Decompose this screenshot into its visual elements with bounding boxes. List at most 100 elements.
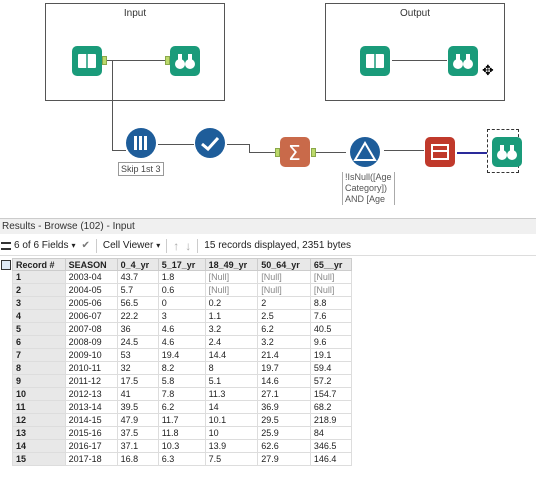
table-row[interactable]: 3 2005-06 56.5 0 0.2 2 8.8 bbox=[12, 296, 353, 310]
table-cell[interactable]: 2 bbox=[257, 296, 311, 310]
table-cell[interactable]: 21.4 bbox=[257, 348, 311, 362]
table-cell[interactable]: 4.6 bbox=[157, 335, 206, 349]
table-cell[interactable]: 10 bbox=[204, 426, 259, 440]
table-cell[interactable]: 9.6 bbox=[309, 335, 353, 349]
table-cell[interactable]: 14.6 bbox=[257, 374, 311, 388]
table-cell[interactable]: 27.1 bbox=[257, 387, 311, 401]
table-row[interactable]: 14 2016-17 37.1 10.3 13.9 62.6 346.5 bbox=[12, 439, 353, 453]
table-cell[interactable]: 14 bbox=[204, 400, 259, 414]
table-row[interactable]: 11 2013-14 39.5 6.2 14 36.9 68.2 bbox=[12, 400, 353, 414]
table-cell[interactable]: 2016-17 bbox=[64, 439, 118, 453]
output-browse-tool[interactable] bbox=[448, 46, 478, 76]
table-cell[interactable]: 32 bbox=[116, 361, 159, 375]
table-row[interactable]: 13 2015-16 37.5 11.8 10 25.9 84 bbox=[12, 426, 353, 440]
table-cell[interactable]: 16.8 bbox=[116, 452, 159, 466]
table-row[interactable]: 9 2011-12 17.5 5.8 5.1 14.6 57.2 bbox=[12, 374, 353, 388]
table-cell[interactable]: 10.3 bbox=[157, 439, 206, 453]
table-cell[interactable]: 6.2 bbox=[157, 400, 206, 414]
browse-tool[interactable] bbox=[170, 46, 200, 76]
column-header[interactable]: 50_64_yr bbox=[257, 258, 311, 271]
table-cell[interactable]: 39.5 bbox=[116, 400, 159, 414]
table-cell[interactable]: 2015-16 bbox=[64, 426, 118, 440]
table-cell[interactable]: 19.4 bbox=[157, 348, 206, 362]
table-cell[interactable]: [Null] bbox=[257, 270, 311, 284]
table-cell[interactable]: 2010-11 bbox=[64, 361, 118, 375]
table-cell[interactable]: 17.5 bbox=[116, 374, 159, 388]
table-cell[interactable]: 22.2 bbox=[116, 309, 159, 323]
table-cell[interactable]: 2.5 bbox=[257, 309, 311, 323]
column-header[interactable]: Record # bbox=[12, 258, 66, 271]
table-cell[interactable]: 10.1 bbox=[204, 413, 259, 427]
list-view-icon[interactable] bbox=[1, 242, 11, 250]
table-cell[interactable]: 5.1 bbox=[204, 374, 259, 388]
table-cell[interactable]: 29.5 bbox=[257, 413, 311, 427]
table-cell[interactable]: 7.5 bbox=[204, 452, 259, 466]
row-number-cell[interactable]: 6 bbox=[12, 335, 66, 349]
table-row[interactable]: 2 2004-05 5.7 0.6 [Null] [Null] [Null] bbox=[12, 283, 353, 297]
table-cell[interactable]: [Null] bbox=[204, 283, 259, 297]
table-cell[interactable]: 1.8 bbox=[157, 270, 206, 284]
row-number-cell[interactable]: 13 bbox=[12, 426, 66, 440]
row-number-cell[interactable]: 15 bbox=[12, 452, 66, 466]
table-cell[interactable]: 11.7 bbox=[157, 413, 206, 427]
table-cell[interactable]: 36 bbox=[116, 322, 159, 336]
table-cell[interactable]: 7.8 bbox=[157, 387, 206, 401]
column-header[interactable]: SEASON bbox=[64, 258, 118, 271]
table-cell[interactable]: 2008-09 bbox=[64, 335, 118, 349]
table-cell[interactable]: 5.7 bbox=[116, 283, 159, 297]
table-cell[interactable]: 6.3 bbox=[157, 452, 206, 466]
table-cell[interactable]: 8 bbox=[204, 361, 259, 375]
table-cell[interactable]: 2012-13 bbox=[64, 387, 118, 401]
checkmark-icon[interactable]: ✔ bbox=[82, 240, 90, 251]
row-number-cell[interactable]: 7 bbox=[12, 348, 66, 362]
arrow-down-icon[interactable]: ↓ bbox=[185, 239, 191, 253]
fields-selector[interactable]: 6 of 6 Fields ▾ bbox=[14, 240, 76, 251]
table-cell[interactable]: 2004-05 bbox=[64, 283, 118, 297]
row-number-cell[interactable]: 5 bbox=[12, 322, 66, 336]
table-cell[interactable]: 3 bbox=[157, 309, 206, 323]
table-cell[interactable]: 346.5 bbox=[309, 439, 353, 453]
table-cell[interactable]: 2011-12 bbox=[64, 374, 118, 388]
table-cell[interactable]: 37.1 bbox=[116, 439, 159, 453]
table-row[interactable]: 7 2009-10 53 19.4 14.4 21.4 19.1 bbox=[12, 348, 353, 362]
table-cell[interactable]: 56.5 bbox=[116, 296, 159, 310]
table-cell[interactable]: 3.2 bbox=[204, 322, 259, 336]
table-row[interactable]: 12 2014-15 47.9 11.7 10.1 29.5 218.9 bbox=[12, 413, 353, 427]
table-cell[interactable]: 218.9 bbox=[309, 413, 353, 427]
row-number-cell[interactable]: 12 bbox=[12, 413, 66, 427]
row-number-cell[interactable]: 3 bbox=[12, 296, 66, 310]
table-cell[interactable]: 0.6 bbox=[157, 283, 206, 297]
row-number-cell[interactable]: 4 bbox=[12, 309, 66, 323]
row-number-cell[interactable]: 14 bbox=[12, 439, 66, 453]
table-cell[interactable]: 19.7 bbox=[257, 361, 311, 375]
final-browse-tool[interactable] bbox=[492, 137, 522, 167]
arrow-up-icon[interactable]: ↑ bbox=[173, 239, 179, 253]
table-cell[interactable]: 2005-06 bbox=[64, 296, 118, 310]
table-cell[interactable]: [Null] bbox=[204, 270, 259, 284]
table-row[interactable]: 1 2003-04 43.7 1.8 [Null] [Null] [Null] bbox=[12, 270, 353, 284]
table-cell[interactable]: 24.5 bbox=[116, 335, 159, 349]
table-cell[interactable]: 53 bbox=[116, 348, 159, 362]
table-cell[interactable]: 68.2 bbox=[309, 400, 353, 414]
table-cell[interactable]: 57.2 bbox=[309, 374, 353, 388]
summarize-tool[interactable]: Σ bbox=[280, 137, 310, 167]
column-header[interactable]: 5_17_yr bbox=[157, 258, 206, 271]
table-cell[interactable]: 6.2 bbox=[257, 322, 311, 336]
input-data-tool[interactable] bbox=[72, 46, 102, 76]
table-cell[interactable]: 8.2 bbox=[157, 361, 206, 375]
table-cell[interactable]: 2007-08 bbox=[64, 322, 118, 336]
table-cell[interactable]: [Null] bbox=[257, 283, 311, 297]
table-row[interactable]: 10 2012-13 41 7.8 11.3 27.1 154.7 bbox=[12, 387, 353, 401]
table-cell[interactable]: 13.9 bbox=[204, 439, 259, 453]
table-cell[interactable]: 37.5 bbox=[116, 426, 159, 440]
sample-tool[interactable] bbox=[126, 128, 156, 158]
table-cell[interactable]: 0.2 bbox=[204, 296, 259, 310]
table-cell[interactable]: 154.7 bbox=[309, 387, 353, 401]
formula-tool[interactable] bbox=[425, 137, 455, 167]
table-cell[interactable]: 36.9 bbox=[257, 400, 311, 414]
table-row[interactable]: 8 2010-11 32 8.2 8 19.7 59.4 bbox=[12, 361, 353, 375]
table-cell[interactable]: 4.6 bbox=[157, 322, 206, 336]
table-cell[interactable]: 59.4 bbox=[309, 361, 353, 375]
table-row[interactable]: 6 2008-09 24.5 4.6 2.4 3.2 9.6 bbox=[12, 335, 353, 349]
table-row[interactable]: 15 2017-18 16.8 6.3 7.5 27.9 146.4 bbox=[12, 452, 353, 466]
